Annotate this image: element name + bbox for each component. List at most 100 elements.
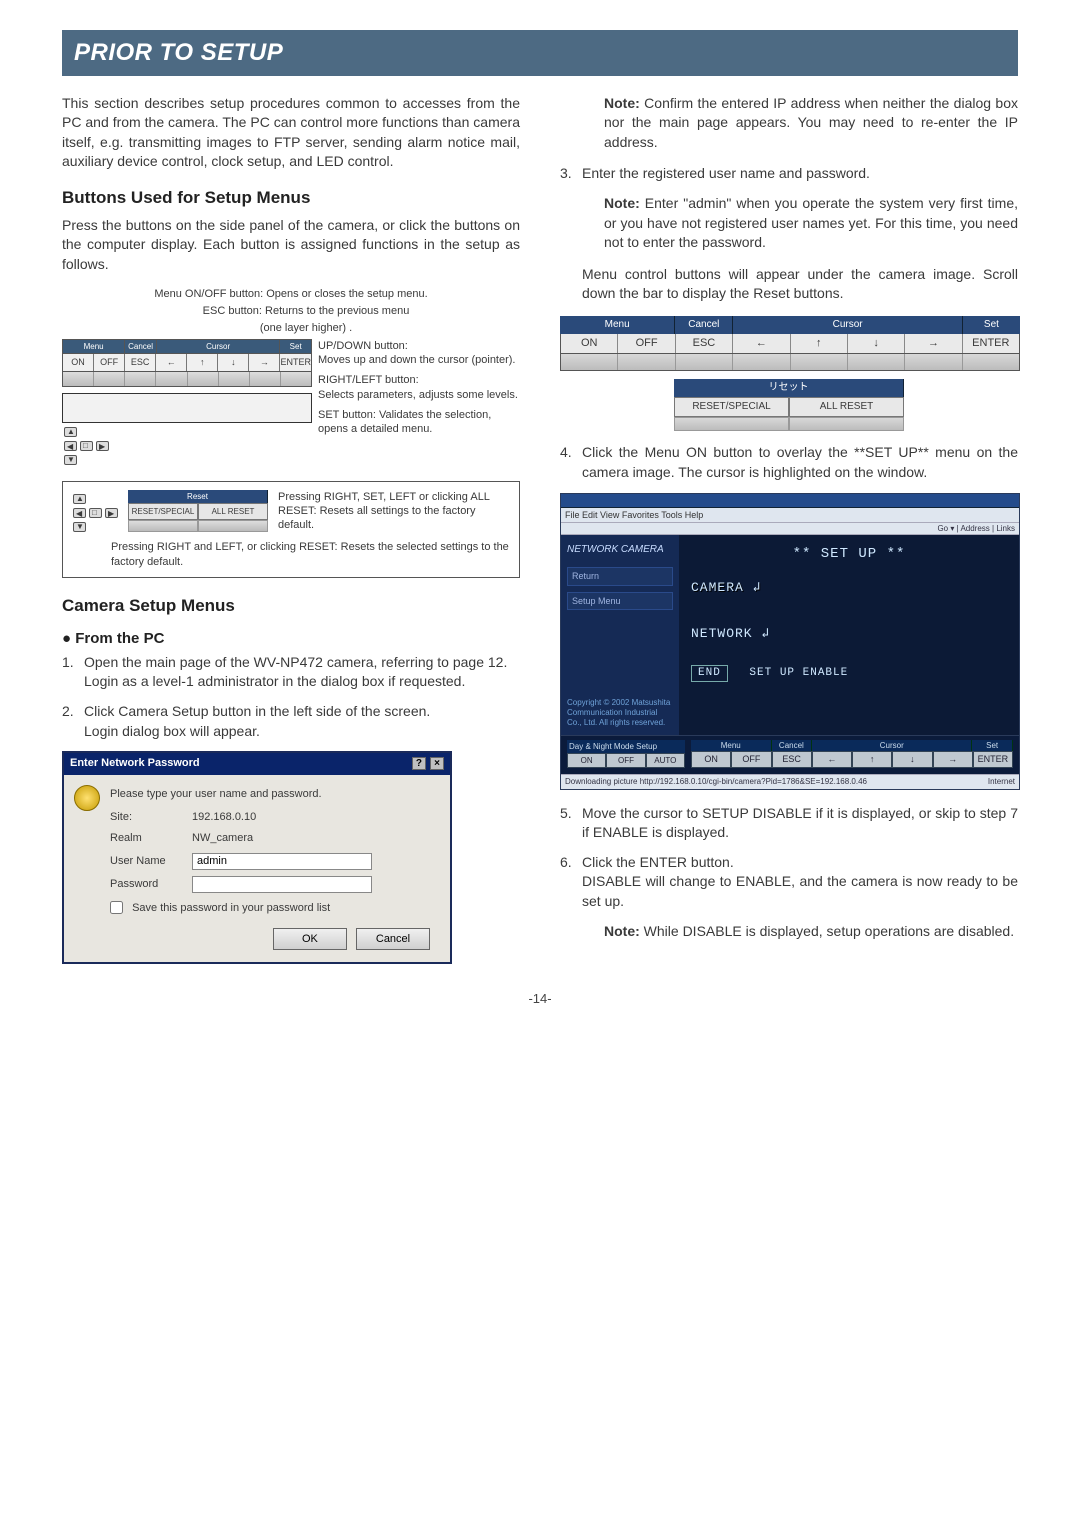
step-1-text: Open the main page of the WV-NP472 camer…	[84, 654, 507, 670]
dialog-title: Enter Network Password	[70, 756, 200, 771]
pad	[250, 372, 281, 386]
pad[interactable]	[561, 354, 618, 370]
hdr-cancel: Cancel	[125, 340, 157, 353]
step-6-text-b: DISABLE will change to ENABLE, and the c…	[582, 873, 1018, 909]
right-column: Note: Confirm the entered IP address whe…	[560, 94, 1018, 965]
cursor-right-button[interactable]: →	[905, 334, 962, 353]
sidebar: NETWORK CAMERA Return Setup Menu Copyrig…	[561, 535, 679, 735]
cell-right: →	[249, 354, 280, 371]
username-label: User Name	[110, 854, 192, 869]
dialog-caption: Please type your user name and password.	[110, 787, 434, 802]
enter-button[interactable]: ENTER	[973, 751, 1013, 768]
step-3: 3. Enter the registered user name and pa…	[560, 164, 1018, 184]
username-input[interactable]	[192, 853, 372, 870]
cursor-down-button[interactable]: ↓	[848, 334, 905, 353]
save-password-checkbox[interactable]	[110, 901, 123, 914]
reset-strip-figure: リセット RESET/SPECIAL ALL RESET	[674, 379, 904, 431]
help-icon[interactable]: ?	[412, 757, 426, 770]
two-column-layout: This section describes setup procedures …	[62, 94, 1018, 965]
step-3-num: 3.	[560, 164, 582, 184]
realm-value: NW_camera	[192, 831, 434, 846]
pad	[125, 372, 156, 386]
pad[interactable]	[733, 354, 790, 370]
pad[interactable]	[848, 354, 905, 370]
close-icon[interactable]: ×	[430, 757, 444, 770]
password-label: Password	[110, 877, 192, 892]
on-button[interactable]: ON	[561, 334, 618, 353]
section-header: PRIOR TO SETUP	[62, 30, 1018, 76]
esc-button[interactable]: ESC	[772, 751, 812, 768]
cursor-up-button[interactable]: ↑	[791, 334, 848, 353]
esc-button[interactable]: ESC	[676, 334, 733, 353]
pad[interactable]	[905, 354, 962, 370]
step-3-p2: Menu control buttons will appear under t…	[560, 265, 1018, 304]
pad[interactable]	[963, 354, 1019, 370]
caption-esc-line1: ESC button: Returns to the previous menu	[62, 304, 520, 319]
all-reset-button[interactable]: ALL RESET	[789, 397, 904, 417]
label-updown-title: UP/DOWN button:	[318, 340, 408, 352]
enter-button[interactable]: ENTER	[963, 334, 1019, 353]
sidebar-item-return[interactable]: Return	[567, 567, 673, 586]
step-3-note: Note: Enter "admin" when you operate the…	[560, 194, 1018, 253]
reset-strip-mini: Reset RESET/SPECIAL ALL RESET	[128, 490, 268, 532]
note-ip-address: Note: Confirm the entered IP address whe…	[560, 94, 1018, 153]
ok-button[interactable]: OK	[273, 928, 347, 950]
camera-side-icons	[64, 427, 312, 437]
cursor-down-button[interactable]: ↓	[892, 751, 932, 768]
page-number: -14-	[62, 990, 1018, 1008]
step-2-text: Click Camera Setup button in the left si…	[84, 703, 430, 719]
step-4-text: Click the Menu ON button to overlay the …	[582, 443, 1018, 482]
pad[interactable]	[789, 417, 904, 431]
intro-paragraph: This section describes setup procedures …	[62, 94, 520, 172]
cell-reset-special: RESET/SPECIAL	[128, 503, 198, 520]
password-input[interactable]	[192, 876, 372, 893]
buttons-diagram: Menu ON/OFF button: Opens or closes the …	[62, 287, 520, 465]
cursor-left-button[interactable]: ←	[733, 334, 790, 353]
camera-view: ** SET UP ** CAMERA ↲ NETWORK ↲ END SET …	[679, 535, 1019, 735]
hdr-reset: Reset	[128, 490, 268, 503]
realm-label: Realm	[110, 831, 192, 846]
pad[interactable]	[674, 417, 789, 431]
step-2-num: 2.	[62, 702, 84, 741]
window-titlebar	[561, 494, 1019, 508]
step-4: 4. Click the Menu ON button to overlay t…	[560, 443, 1018, 482]
control-strip-mini: Menu Cancel Cursor Set ON OFF ESC ← ↑ ↓ …	[62, 339, 312, 465]
osd-title: ** SET UP **	[691, 545, 1007, 565]
cursor-up-button[interactable]: ↑	[852, 751, 892, 768]
pad	[156, 372, 187, 386]
off-button[interactable]: OFF	[731, 751, 771, 768]
cursor-left-button[interactable]: ←	[812, 751, 852, 768]
osd-setup-enable: SET UP ENABLE	[749, 667, 848, 679]
pad[interactable]	[618, 354, 675, 370]
label-allreset: Pressing RIGHT, SET, LEFT or clicking AL…	[278, 490, 511, 533]
mode-off-button[interactable]: OFF	[606, 753, 645, 768]
cursor-right-button[interactable]: →	[933, 751, 973, 768]
cancel-button[interactable]: Cancel	[356, 928, 430, 950]
sidebar-item-setup-menu[interactable]: Setup Menu	[567, 592, 673, 611]
cell-all-reset: ALL RESET	[198, 503, 268, 520]
step-2: 2. Click Camera Setup button in the left…	[62, 702, 520, 741]
logo-text: NETWORK CAMERA	[567, 543, 673, 557]
pad[interactable]	[676, 354, 733, 370]
pad	[198, 520, 268, 532]
pad[interactable]	[791, 354, 848, 370]
mode-auto-button[interactable]: AUTO	[646, 753, 685, 768]
step-1-text-b: Login as a level-1 administrator in the …	[84, 673, 465, 689]
camera-setup-menus-heading: Camera Setup Menus	[62, 594, 520, 618]
buttons-intro: Press the buttons on the side panel of t…	[62, 216, 520, 275]
pad	[281, 372, 311, 386]
reset-special-button[interactable]: RESET/SPECIAL	[674, 397, 789, 417]
cell-up: ↑	[187, 354, 218, 371]
cell-esc: ESC	[125, 354, 156, 371]
left-icon	[73, 508, 86, 518]
hdr-menu: Menu	[63, 340, 125, 353]
pad	[94, 372, 125, 386]
osd-camera-item: CAMERA ↲	[691, 579, 1007, 597]
hdr-cursor: Cursor	[733, 316, 963, 334]
mode-on-button[interactable]: ON	[567, 753, 606, 768]
up-icon	[73, 494, 86, 504]
off-button[interactable]: OFF	[618, 334, 675, 353]
browser-toolbar: Go ▾ | Address | Links	[561, 523, 1019, 535]
from-the-pc-subhead: From the PC	[62, 628, 520, 649]
on-button[interactable]: ON	[691, 751, 731, 768]
